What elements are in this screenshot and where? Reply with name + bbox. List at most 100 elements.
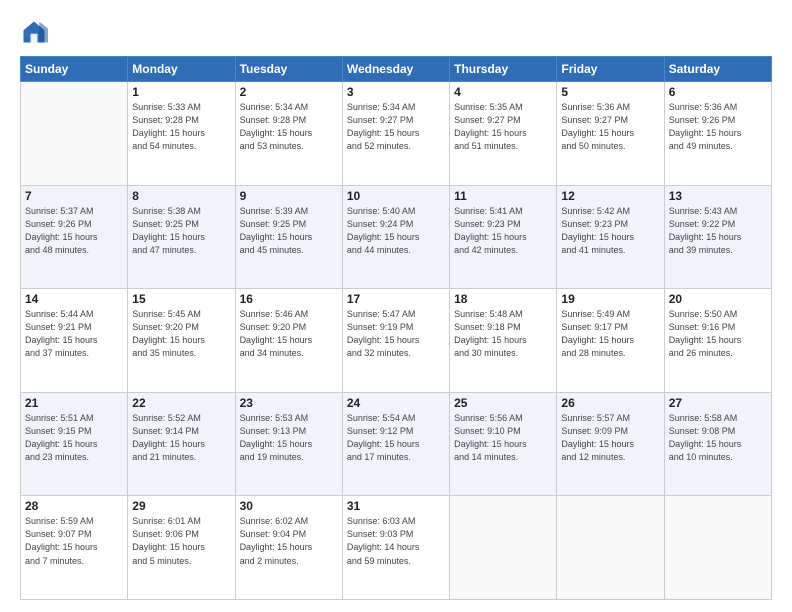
calendar-cell: 2 Sunrise: 5:34 AM Sunset: 9:28 PM Daylig…: [235, 82, 342, 186]
day-info: Sunrise: 5:45 AM Sunset: 9:20 PM Dayligh…: [132, 308, 230, 360]
calendar-cell: 18Sunrise: 5:48 AM Sunset: 9:18 PM Dayli…: [450, 289, 557, 393]
day-number: 14: [25, 292, 123, 306]
day-number: 24: [347, 396, 445, 410]
calendar-cell: 27 Sunrise: 5:58 AM Sunset: 9:08 PM Dayli…: [664, 392, 771, 496]
day-number: 23: [240, 396, 338, 410]
calendar-cell: 7Sunrise: 5:37 AM Sunset: 9:26 PM Daylig…: [21, 185, 128, 289]
day-number: 12: [561, 189, 659, 203]
page: SundayMondayTuesdayWednesdayThursdayFrid…: [0, 0, 792, 612]
day-number: 21: [25, 396, 123, 410]
day-info: Sunrise: 6:03 AM Sunset: 9:03 PM Dayligh…: [347, 515, 445, 567]
day-number: 13: [669, 189, 767, 203]
calendar-cell: 15 Sunrise: 5:45 AM Sunset: 9:20 PM Dayli…: [128, 289, 235, 393]
day-number: 9: [240, 189, 338, 203]
day-info: Sunrise: 6:01 AM Sunset: 9:06 PM Dayligh…: [132, 515, 230, 567]
day-info: Sunrise: 5:54 AM Sunset: 9:12 PM Dayligh…: [347, 412, 445, 464]
day-info: Sunrise: 5:36 AM Sunset: 9:26 PM Dayligh…: [669, 101, 767, 153]
calendar-table: SundayMondayTuesdayWednesdayThursdayFrid…: [20, 56, 772, 600]
calendar-cell: 8 Sunrise: 5:38 AM Sunset: 9:25 PM Daylig…: [128, 185, 235, 289]
calendar-cell: 1 Sunrise: 5:33 AM Sunset: 9:28 PM Daylig…: [128, 82, 235, 186]
calendar-cell: 20Sunrise: 5:50 AM Sunset: 9:16 PM Dayli…: [664, 289, 771, 393]
calendar-cell: 9 Sunrise: 5:39 AM Sunset: 9:25 PM Daylig…: [235, 185, 342, 289]
weekday-header-wednesday: Wednesday: [342, 57, 449, 82]
calendar-week-row: 14 Sunrise: 5:44 AM Sunset: 9:21 PM Dayli…: [21, 289, 772, 393]
day-number: 10: [347, 189, 445, 203]
day-info: Sunrise: 5:50 AM Sunset: 9:16 PM Dayligh…: [669, 308, 767, 360]
day-info: Sunrise: 5:56 AM Sunset: 9:10 PM Dayligh…: [454, 412, 552, 464]
day-number: 28: [25, 499, 123, 513]
logo: [20, 18, 52, 46]
day-info: Sunrise: 5:41 AM Sunset: 9:23 PM Dayligh…: [454, 205, 552, 257]
day-number: 2: [240, 85, 338, 99]
day-number: 3: [347, 85, 445, 99]
day-info: Sunrise: 5:34 AM Sunset: 9:28 PM Dayligh…: [240, 101, 338, 153]
calendar-week-row: 28 Sunrise: 5:59 AM Sunset: 9:07 PM Dayli…: [21, 496, 772, 600]
day-info: Sunrise: 5:36 AM Sunset: 9:27 PM Dayligh…: [561, 101, 659, 153]
calendar-week-row: 21 Sunrise: 5:51 AM Sunset: 9:15 PM Dayli…: [21, 392, 772, 496]
header: [20, 18, 772, 46]
day-number: 7: [25, 189, 123, 203]
day-info: Sunrise: 5:47 AM Sunset: 9:19 PM Dayligh…: [347, 308, 445, 360]
day-info: Sunrise: 5:43 AM Sunset: 9:22 PM Dayligh…: [669, 205, 767, 257]
calendar-cell: 31 Sunrise: 6:03 AM Sunset: 9:03 PM Dayli…: [342, 496, 449, 600]
calendar-cell: 28 Sunrise: 5:59 AM Sunset: 9:07 PM Dayli…: [21, 496, 128, 600]
day-number: 17: [347, 292, 445, 306]
day-number: 26: [561, 396, 659, 410]
day-number: 11: [454, 189, 552, 203]
calendar-cell: 5 Sunrise: 5:36 AM Sunset: 9:27 PM Daylig…: [557, 82, 664, 186]
calendar-cell: 23Sunrise: 5:53 AM Sunset: 9:13 PM Dayli…: [235, 392, 342, 496]
day-info: Sunrise: 5:51 AM Sunset: 9:15 PM Dayligh…: [25, 412, 123, 464]
weekday-header-tuesday: Tuesday: [235, 57, 342, 82]
calendar-cell: 14 Sunrise: 5:44 AM Sunset: 9:21 PM Dayli…: [21, 289, 128, 393]
calendar-cell: 12 Sunrise: 5:42 AM Sunset: 9:23 PM Dayli…: [557, 185, 664, 289]
day-info: Sunrise: 5:46 AM Sunset: 9:20 PM Dayligh…: [240, 308, 338, 360]
day-number: 31: [347, 499, 445, 513]
calendar-cell: 21 Sunrise: 5:51 AM Sunset: 9:15 PM Dayli…: [21, 392, 128, 496]
calendar-cell: [21, 82, 128, 186]
calendar-cell: [557, 496, 664, 600]
day-info: Sunrise: 5:44 AM Sunset: 9:21 PM Dayligh…: [25, 308, 123, 360]
day-number: 27: [669, 396, 767, 410]
day-info: Sunrise: 5:52 AM Sunset: 9:14 PM Dayligh…: [132, 412, 230, 464]
calendar-cell: 10Sunrise: 5:40 AM Sunset: 9:24 PM Dayli…: [342, 185, 449, 289]
day-info: Sunrise: 5:48 AM Sunset: 9:18 PM Dayligh…: [454, 308, 552, 360]
weekday-header-monday: Monday: [128, 57, 235, 82]
calendar-cell: 30Sunrise: 6:02 AM Sunset: 9:04 PM Dayli…: [235, 496, 342, 600]
day-number: 1: [132, 85, 230, 99]
day-info: Sunrise: 5:33 AM Sunset: 9:28 PM Dayligh…: [132, 101, 230, 153]
logo-icon: [20, 18, 48, 46]
day-number: 29: [132, 499, 230, 513]
day-info: Sunrise: 5:58 AM Sunset: 9:08 PM Dayligh…: [669, 412, 767, 464]
calendar-cell: 17 Sunrise: 5:47 AM Sunset: 9:19 PM Dayli…: [342, 289, 449, 393]
weekday-header-saturday: Saturday: [664, 57, 771, 82]
day-number: 8: [132, 189, 230, 203]
calendar-cell: 29 Sunrise: 6:01 AM Sunset: 9:06 PM Dayli…: [128, 496, 235, 600]
weekday-header-thursday: Thursday: [450, 57, 557, 82]
calendar-cell: 25Sunrise: 5:56 AM Sunset: 9:10 PM Dayli…: [450, 392, 557, 496]
calendar-cell: 6 Sunrise: 5:36 AM Sunset: 9:26 PM Daylig…: [664, 82, 771, 186]
day-number: 22: [132, 396, 230, 410]
weekday-header-sunday: Sunday: [21, 57, 128, 82]
weekday-header-row: SundayMondayTuesdayWednesdayThursdayFrid…: [21, 57, 772, 82]
day-info: Sunrise: 5:42 AM Sunset: 9:23 PM Dayligh…: [561, 205, 659, 257]
day-number: 5: [561, 85, 659, 99]
day-info: Sunrise: 5:49 AM Sunset: 9:17 PM Dayligh…: [561, 308, 659, 360]
day-info: Sunrise: 5:38 AM Sunset: 9:25 PM Dayligh…: [132, 205, 230, 257]
calendar-cell: 4Sunrise: 5:35 AM Sunset: 9:27 PM Daylig…: [450, 82, 557, 186]
day-number: 15: [132, 292, 230, 306]
day-info: Sunrise: 5:59 AM Sunset: 9:07 PM Dayligh…: [25, 515, 123, 567]
day-number: 19: [561, 292, 659, 306]
day-number: 16: [240, 292, 338, 306]
day-info: Sunrise: 5:34 AM Sunset: 9:27 PM Dayligh…: [347, 101, 445, 153]
day-info: Sunrise: 6:02 AM Sunset: 9:04 PM Dayligh…: [240, 515, 338, 567]
calendar-cell: 19 Sunrise: 5:49 AM Sunset: 9:17 PM Dayli…: [557, 289, 664, 393]
day-number: 4: [454, 85, 552, 99]
day-info: Sunrise: 5:57 AM Sunset: 9:09 PM Dayligh…: [561, 412, 659, 464]
calendar-cell: 24 Sunrise: 5:54 AM Sunset: 9:12 PM Dayli…: [342, 392, 449, 496]
day-info: Sunrise: 5:39 AM Sunset: 9:25 PM Dayligh…: [240, 205, 338, 257]
calendar-cell: 16 Sunrise: 5:46 AM Sunset: 9:20 PM Dayli…: [235, 289, 342, 393]
calendar-week-row: 1 Sunrise: 5:33 AM Sunset: 9:28 PM Daylig…: [21, 82, 772, 186]
calendar-cell: 11 Sunrise: 5:41 AM Sunset: 9:23 PM Dayli…: [450, 185, 557, 289]
calendar-cell: 26 Sunrise: 5:57 AM Sunset: 9:09 PM Dayli…: [557, 392, 664, 496]
day-number: 6: [669, 85, 767, 99]
